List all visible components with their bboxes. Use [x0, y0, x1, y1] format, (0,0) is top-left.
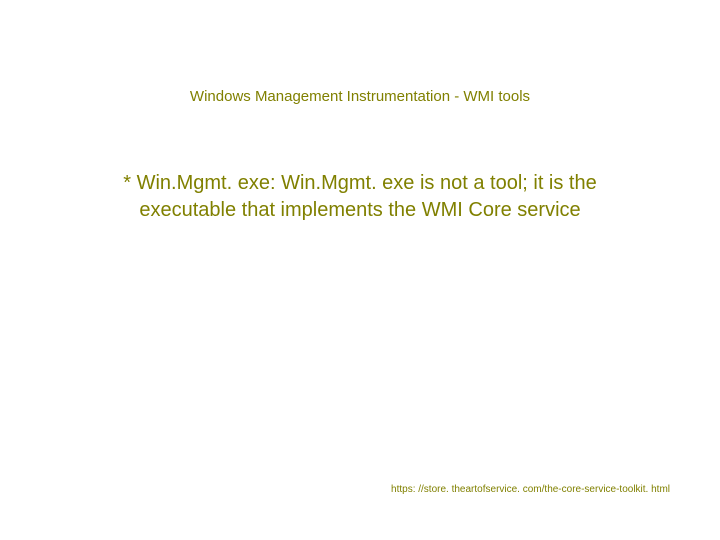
footer-url: https: //store. theartofservice. com/the… — [391, 484, 670, 495]
slide-title: Windows Management Instrumentation - WMI… — [0, 88, 720, 105]
slide: Windows Management Instrumentation - WMI… — [0, 0, 720, 540]
slide-body-text: * Win.Mgmt. exe: Win.Mgmt. exe is not a … — [100, 170, 620, 224]
